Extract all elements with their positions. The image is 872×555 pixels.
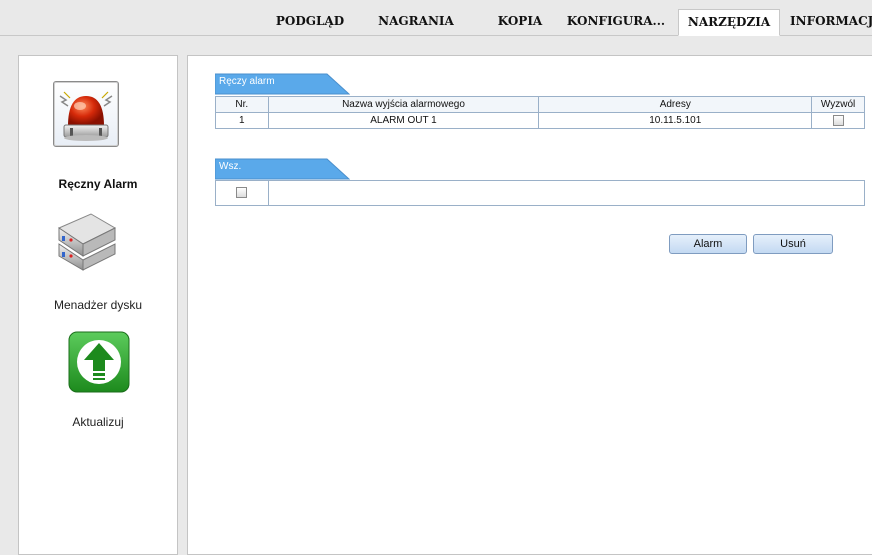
alarm-siren-icon[interactable] — [53, 81, 119, 147]
upload-arrow-icon[interactable] — [68, 331, 130, 393]
column-header-name: Nazwa wyjścia alarmowego — [267, 96, 540, 113]
all-section-tab: Wsz. — [215, 158, 350, 180]
main-content: Ręczy alarm Nr. Nazwa wyjścia alarmowego… — [187, 55, 872, 555]
all-section-title: Wsz. — [219, 161, 242, 172]
alarm-button[interactable]: Alarm — [669, 234, 747, 254]
column-header-address: Adresy — [538, 96, 813, 113]
select-all-cell — [215, 180, 269, 206]
column-header-nr: Nr. — [215, 96, 269, 113]
manual-alarm-section-title: Ręczy alarm — [219, 76, 275, 87]
tab-informacje[interactable]: INFORMACJ — [784, 9, 872, 35]
trigger-checkbox[interactable] — [832, 114, 844, 126]
sidebar: Ręczny Alarm Menadżer dysku Aktualizuj — [18, 55, 178, 555]
row-nr: 1 — [215, 112, 269, 129]
tab-narzedzia[interactable]: NARZĘDZIA — [678, 9, 780, 36]
all-select-table — [215, 180, 866, 206]
table-header-row: Nr. Nazwa wyjścia alarmowego Adresy Wyzw… — [215, 96, 865, 113]
clear-button[interactable]: Usuń — [753, 234, 833, 254]
tab-kopia[interactable]: KOPIA — [490, 9, 550, 35]
row-output-name: ALARM OUT 1 — [267, 112, 540, 129]
tab-konfiguracja[interactable]: KONFIGURA... — [562, 9, 670, 35]
alarm-output-table: Nr. Nazwa wyjścia alarmowego Adresy Wyzw… — [215, 96, 865, 129]
tab-nagrania[interactable]: NAGRANIA — [370, 9, 462, 35]
sidebar-item-manual-alarm[interactable]: Ręczny Alarm — [19, 81, 177, 191]
select-all-checkbox[interactable] — [236, 187, 248, 199]
sidebar-item-update[interactable]: Aktualizuj — [19, 331, 177, 429]
sidebar-item-label: Aktualizuj — [72, 415, 124, 429]
tab-podglad[interactable]: PODGLĄD — [272, 9, 348, 35]
table-row — [215, 180, 866, 206]
sidebar-item-label: Ręczny Alarm — [58, 177, 138, 191]
row-address: 10.11.5.101 — [538, 112, 813, 129]
top-navigation: PODGLĄD NAGRANIA KOPIA KONFIGURA... NARZ… — [0, 0, 872, 38]
row-trigger-cell — [811, 112, 865, 129]
hard-disk-icon[interactable] — [53, 208, 119, 274]
empty-cell — [267, 180, 866, 206]
sidebar-item-disk-manager[interactable]: Menadżer dysku — [19, 208, 177, 312]
table-row: 1 ALARM OUT 1 10.11.5.101 — [215, 112, 865, 129]
manual-alarm-section-tab: Ręczy alarm — [215, 73, 350, 95]
sidebar-item-label: Menadżer dysku — [53, 298, 143, 312]
column-header-trigger: Wyzwól — [811, 96, 865, 113]
